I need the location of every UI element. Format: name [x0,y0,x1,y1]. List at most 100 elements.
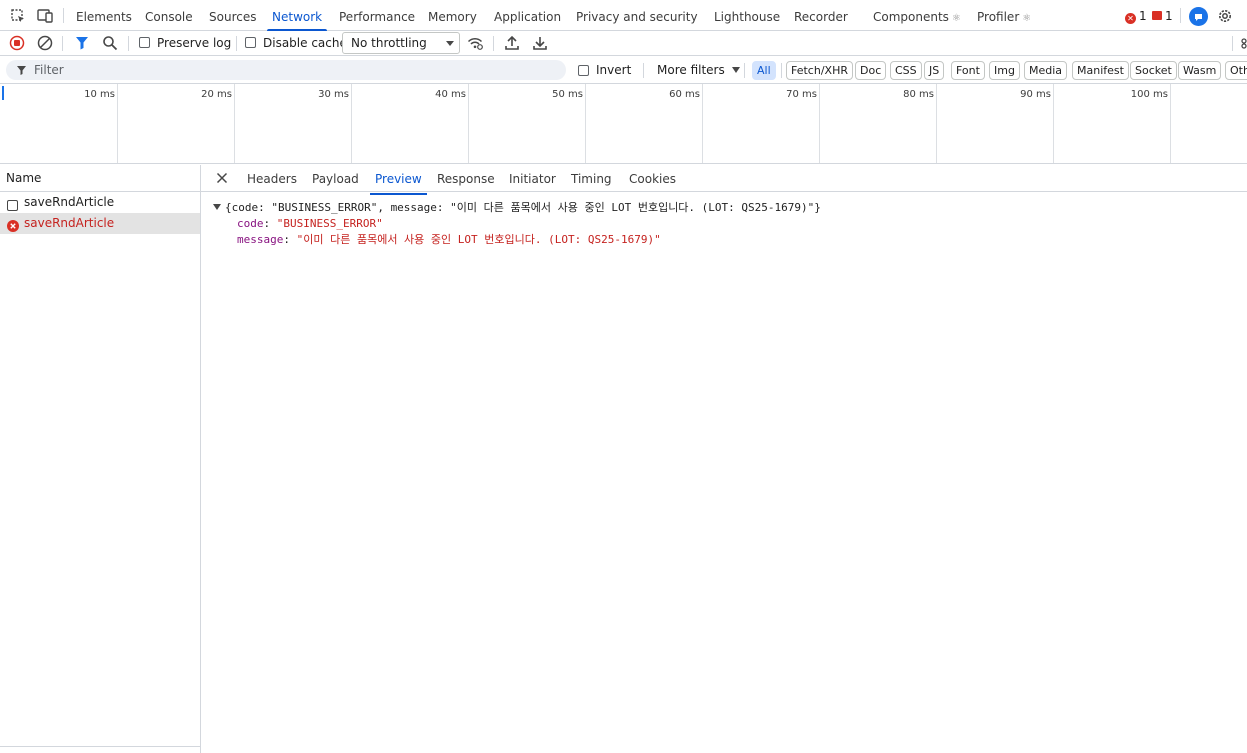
network-toolbar: Preserve log Disable cache No throttling [0,31,1247,56]
tab-preview[interactable]: Preview [370,165,427,195]
filter-chip-fetch-xhr[interactable]: Fetch/XHR [786,61,853,80]
issues-count-badge[interactable]: 1 [1152,9,1173,23]
tab-recorder[interactable]: Recorder [794,0,848,31]
request-name: saveRndArticle [24,216,115,230]
timeline-tick-label: 40 ms [435,89,466,100]
tab-profiler[interactable]: Profiler ⚛ [977,0,1031,31]
filter-chip-css[interactable]: CSS [890,61,922,80]
tab-privacy-security[interactable]: Privacy and security [576,0,698,31]
toolbar-separator [128,36,129,51]
filter-input[interactable] [34,60,554,80]
preserve-log-label: Preserve log [157,36,232,50]
timeline-tick-label: 90 ms [1020,89,1051,100]
timeline-tick-label: 60 ms [669,89,700,100]
tab-headers[interactable]: Headers [247,165,297,194]
filter-funnel-icon[interactable] [73,34,91,52]
tab-lighthouse[interactable]: Lighthouse [714,0,780,31]
clear-log-icon[interactable] [36,34,54,52]
tab-response[interactable]: Response [437,165,495,194]
tab-cookies[interactable]: Cookies [629,165,676,194]
tab-network[interactable]: Network [266,0,328,31]
tab-initiator[interactable]: Initiator [509,165,556,194]
react-icon: ⚛ [1022,13,1032,24]
document-icon [7,197,18,211]
filter-chip-font[interactable]: Font [951,61,985,80]
toolbar-separator [493,36,494,51]
filter-separator [744,63,745,78]
filter-separator [643,63,644,78]
import-har-icon[interactable] [503,34,521,52]
filter-chip-other[interactable]: Oth [1225,61,1247,80]
export-har-icon[interactable] [531,34,549,52]
tab-payload[interactable]: Payload [312,165,359,194]
json-field-message: message: "이미 다른 품목에서 사용 중인 LOT 번호입니다. (L… [213,232,821,248]
toolbar-separator [62,36,63,51]
chevron-down-icon [446,41,454,46]
tab-separator [63,8,64,23]
timeline-gridline [936,84,937,163]
tab-elements[interactable]: Elements [76,0,132,31]
toolbar-separator [1232,36,1233,51]
column-header-name[interactable]: Name [0,165,200,192]
filter-chip-all[interactable]: All [752,61,776,80]
search-icon[interactable] [101,34,119,52]
ai-assistance-icon[interactable] [1189,7,1208,26]
json-summary: {code: "BUSINESS_ERROR", message: "이미 다른… [225,201,821,214]
disable-cache-label: Disable cache [263,36,347,50]
filter-chip-socket[interactable]: Socket [1130,61,1177,80]
tab-performance[interactable]: Performance [339,0,415,31]
tab-console[interactable]: Console [145,0,193,31]
settings-gear-icon[interactable] [1216,7,1234,25]
json-root-line[interactable]: {code: "BUSINESS_ERROR", message: "이미 다른… [213,200,821,216]
tab-memory[interactable]: Memory [428,0,477,31]
timeline-gridline [117,84,118,163]
request-row-selected[interactable]: saveRndArticle [0,213,200,234]
more-tools-icon[interactable] [1239,34,1247,52]
filter-chip-img[interactable]: Img [989,61,1020,80]
error-count-badge[interactable]: ✕ 1 [1125,9,1147,24]
request-detail-panel: Headers Payload Preview Response Initiat… [201,165,1247,753]
filter-chip-wasm[interactable]: Wasm [1178,61,1222,80]
tab-timing[interactable]: Timing [571,165,612,194]
chevron-down-icon [731,67,740,73]
error-count: 1 [1139,9,1147,23]
inspect-element-icon[interactable] [9,7,27,25]
detail-tabbar: Headers Payload Preview Response Initiat… [201,165,1247,195]
expand-triangle-icon[interactable] [213,204,221,210]
close-icon[interactable] [215,171,229,185]
json-value: "BUSINESS_ERROR" [276,217,383,230]
timeline-tick-label: 30 ms [318,89,349,100]
tab-application[interactable]: Application [494,0,561,31]
preserve-log-checkbox[interactable] [139,37,150,48]
json-field-code: code: "BUSINESS_ERROR" [213,216,821,232]
disable-cache-checkbox[interactable] [245,37,256,48]
timeline-gridline [234,84,235,163]
network-conditions-icon[interactable] [466,34,484,52]
tab-sources[interactable]: Sources [209,0,256,31]
filter-chip-doc[interactable]: Doc [855,61,887,80]
invert-checkbox[interactable] [578,65,589,76]
timeline-gridline [585,84,586,163]
more-filters-dropdown[interactable]: More filters [657,57,740,84]
filter-chip-js[interactable]: JS [924,61,945,80]
timeline-gridline [1053,84,1054,163]
throttling-select[interactable]: No throttling [342,32,460,54]
tab-components[interactable]: Components ⚛ [873,0,961,31]
throttling-value: No throttling [351,36,427,50]
json-key: message [237,233,284,246]
react-icon: ⚛ [951,13,961,24]
device-toolbar-icon[interactable] [36,7,54,25]
filter-field[interactable] [6,60,566,80]
request-row[interactable]: saveRndArticle [0,192,200,213]
timeline-tick-label: 50 ms [552,89,583,100]
toolbar-separator [236,36,237,51]
network-overview-timeline[interactable]: 10 ms 20 ms 30 ms 40 ms 50 ms 60 ms 70 m… [0,84,1247,164]
json-key: code [237,217,264,230]
stop-recording-icon[interactable] [8,34,26,52]
filter-chip-manifest[interactable]: Manifest [1072,61,1129,80]
timeline-tick-label: 10 ms [84,89,115,100]
filter-chip-media[interactable]: Media [1024,61,1068,80]
status-separator [1180,8,1181,23]
more-filters-label: More filters [657,63,725,77]
filter-funnel-icon [16,65,27,79]
